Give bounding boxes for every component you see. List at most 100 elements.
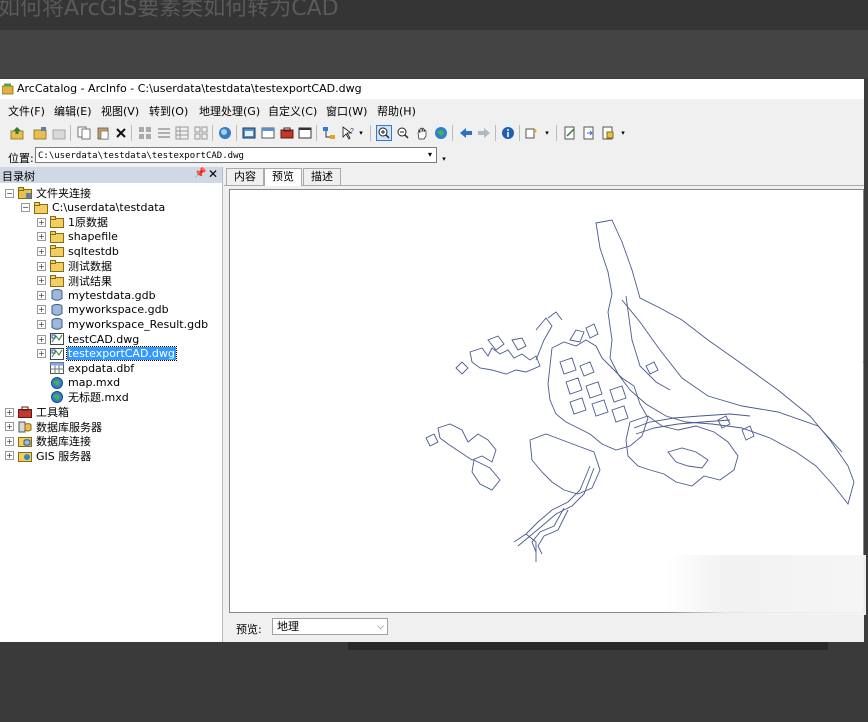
catalog-tree-header: 目录树 📌 ✕ [0, 167, 222, 183]
connect-folder-icon[interactable] [32, 125, 48, 141]
export-metadata-icon[interactable] [600, 125, 616, 141]
menu-window[interactable]: 窗口(W) [326, 103, 367, 119]
toolbar-overflow-icon[interactable]: ▾ [619, 125, 627, 141]
search-icon[interactable] [217, 125, 233, 141]
tree-item-label: testexportCAD.dwg [66, 346, 177, 362]
toolbar-overflow-icon[interactable]: ▾ [357, 125, 365, 141]
expand-icon[interactable]: + [37, 319, 46, 329]
tree-item[interactable]: + testCAD.dwg [37, 332, 140, 346]
details-view-icon[interactable] [174, 125, 190, 141]
full-extent-icon[interactable] [433, 125, 449, 141]
whats-this-icon[interactable]: ? [340, 125, 356, 141]
arctoolbox-icon[interactable] [279, 125, 295, 141]
content-pane: 内容 预览 描述 预览: 地理 ⌵ [224, 167, 866, 642]
zoom-out-icon[interactable] [395, 125, 411, 141]
expand-icon[interactable]: + [37, 305, 46, 315]
tree-item[interactable]: + sqltestdb [37, 244, 120, 258]
folder-icon [34, 201, 51, 214]
tab-preview[interactable]: 预览 [264, 168, 302, 186]
urban-blocks [559, 357, 629, 423]
tree-item[interactable]: +1原数据 [37, 215, 109, 229]
paste-icon[interactable] [95, 125, 111, 141]
road-south-2 [517, 467, 595, 547]
menu-help[interactable]: 帮助(H) [377, 103, 416, 119]
menu-goto[interactable]: 转到(O) [149, 103, 188, 119]
tree-item[interactable]: + testexportCAD.dwg [37, 346, 177, 362]
expand-icon[interactable]: + [37, 246, 46, 256]
expand-icon[interactable]: + [37, 232, 46, 242]
menu-view[interactable]: 视图(V) [101, 103, 139, 119]
zoom-in-icon[interactable] [376, 125, 392, 141]
python-window-icon[interactable] [297, 125, 313, 141]
tree-item[interactable]: − C:\userdata\testdata [21, 201, 166, 215]
expand-icon[interactable]: + [37, 276, 46, 286]
tree-item[interactable]: + 工具箱 [5, 405, 70, 419]
tree-item[interactable]: + myworkspace_Result.gdb [37, 317, 209, 331]
tree-item[interactable]: expdata.dbf [37, 361, 135, 375]
tree-item[interactable]: 无标题.mxd [37, 390, 130, 404]
menu-customize[interactable]: 自定义(C) [268, 103, 317, 119]
tab-contents[interactable]: 内容 [226, 168, 264, 185]
close-icon[interactable]: ✕ [208, 167, 218, 181]
cad-map-drawing [425, 219, 855, 562]
expand-icon[interactable]: + [5, 422, 14, 432]
geography-preview[interactable] [229, 189, 866, 615]
building-cluster-west-2 [487, 335, 527, 351]
tree-item[interactable]: + 数据库连接 [5, 434, 92, 448]
catalog-window-icon[interactable] [260, 125, 276, 141]
location-input[interactable]: C:\userdata\testdata\testexportCAD.dwg [35, 147, 437, 163]
menu-file[interactable]: 文件(F) [8, 103, 45, 119]
expand-icon[interactable]: + [37, 217, 46, 227]
menu-edit[interactable]: 编辑(E) [54, 103, 92, 119]
tab-description[interactable]: 描述 [303, 168, 341, 185]
tree-item[interactable]: + 测试数据 [37, 259, 113, 273]
cad-dataset-icon [50, 333, 67, 345]
disconnect-folder-icon[interactable] [51, 125, 67, 141]
toolbar-separator [70, 125, 71, 141]
folder-icon [50, 274, 67, 287]
expand-icon[interactable]: + [5, 407, 14, 417]
database-connection-icon [18, 435, 35, 448]
tree-item[interactable]: + 测试结果 [37, 274, 113, 288]
tree-item[interactable]: + shapefile [37, 230, 119, 244]
tree-item-label: 测试结果 [68, 274, 112, 288]
toolbar-overflow-icon[interactable]: ▾ [440, 151, 448, 167]
import-metadata-icon[interactable] [581, 125, 597, 141]
list-view-icon[interactable] [156, 125, 172, 141]
edit-metadata-icon[interactable] [562, 125, 578, 141]
launch-arcmap-icon[interactable] [241, 125, 257, 141]
collapse-icon[interactable]: − [5, 188, 14, 198]
toolbar-separator [236, 125, 237, 141]
tree-item[interactable]: − 文件夹连接 [5, 186, 92, 200]
background-header: 如何将ArcGIS要素类如何转为CAD [0, 0, 868, 30]
menu-geoprocessing[interactable]: 地理处理(G) [199, 103, 260, 119]
create-thumbnail-icon[interactable] [524, 125, 540, 141]
expand-icon[interactable]: + [5, 436, 14, 446]
back-arrow-icon[interactable] [458, 125, 474, 141]
tree-item[interactable]: + GIS 服务器 [5, 449, 92, 463]
large-icons-view-icon[interactable] [137, 125, 153, 141]
tree-item[interactable]: + myworkspace.gdb [37, 303, 170, 317]
forward-arrow-icon[interactable] [476, 125, 492, 141]
expand-icon[interactable]: + [5, 451, 14, 461]
expand-icon[interactable]: + [37, 334, 46, 344]
pan-icon[interactable] [414, 125, 430, 141]
tree-item[interactable]: + mytestdata.gdb [37, 288, 157, 302]
copy-icon[interactable] [76, 125, 92, 141]
toolbar-overflow-icon[interactable]: ▾ [543, 125, 551, 141]
expand-icon[interactable]: + [37, 290, 46, 300]
delete-icon[interactable] [113, 125, 129, 141]
identify-icon[interactable] [500, 125, 516, 141]
collapse-icon[interactable]: − [21, 203, 30, 213]
preview-type-select[interactable]: 地理 ⌵ [272, 618, 388, 635]
up-one-level-icon[interactable] [9, 125, 25, 141]
tree-item[interactable]: map.mxd [37, 376, 121, 390]
location-dropdown-icon[interactable]: ▾ [424, 148, 436, 162]
thumbnails-view-icon[interactable] [193, 125, 209, 141]
tree-item-label: 1原数据 [68, 216, 108, 230]
model-builder-icon[interactable] [321, 125, 337, 141]
tree-item[interactable]: + 数据库服务器 [5, 420, 103, 434]
expand-icon[interactable]: + [37, 349, 46, 359]
expand-icon[interactable]: + [37, 261, 46, 271]
pin-icon[interactable]: 📌 [194, 168, 206, 179]
